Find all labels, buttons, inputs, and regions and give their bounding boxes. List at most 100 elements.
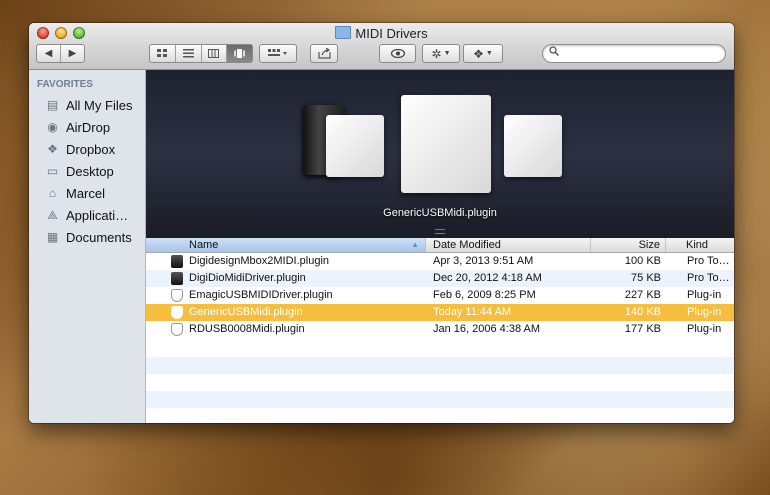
coverflow-view-icon [234, 49, 246, 58]
search-icon [549, 46, 560, 57]
file-size: 140 KB [624, 306, 661, 318]
sidebar-item-applications[interactable]: ⟁ Applicati… [45, 205, 128, 225]
file-size: 227 KB [624, 289, 661, 301]
dropbox-menu-button[interactable]: ❖ ▼ [463, 44, 503, 63]
back-button[interactable]: ◀ [37, 45, 61, 62]
file-name: DigidesignMbox2MIDI.plugin [189, 255, 330, 267]
sidebar-item-documents[interactable]: ▦ Documents [45, 227, 132, 247]
view-mode-control [149, 44, 253, 63]
sidebar-section-favorites: FAVORITES [37, 79, 93, 90]
column-header-label: Kind [686, 239, 709, 251]
back-arrow-icon: ◀ [44, 48, 53, 59]
quick-look-button[interactable] [379, 44, 416, 63]
column-header-date[interactable]: Date Modified [426, 238, 591, 252]
table-row[interactable]: RDUSB0008Midi.plugin Jan 16, 2006 4:38 A… [146, 321, 734, 338]
file-date: Jan 16, 2006 4:38 AM [433, 323, 541, 335]
coverflow-view-button[interactable] [227, 45, 252, 62]
share-icon [317, 48, 331, 59]
chevron-down-icon: ▼ [485, 50, 493, 57]
dropbox-icon: ❖ [47, 142, 58, 156]
column-header-label: Date Modified [433, 239, 501, 251]
list-rows: DigidesignMbox2MIDI.plugin Apr 3, 2013 9… [146, 253, 734, 340]
chevron-down-icon: ▼ [443, 50, 451, 57]
coverflow-preview[interactable]: GenericUSBMidi.plugin [146, 70, 734, 238]
empty-list-area[interactable] [146, 340, 734, 423]
column-view-button[interactable] [202, 45, 228, 62]
search-input[interactable] [562, 45, 717, 59]
file-name: DigiDioMidiDriver.plugin [189, 272, 306, 284]
back-forward-control: ◀ ▶ [36, 44, 85, 63]
file-date: Apr 3, 2013 9:51 AM [433, 255, 534, 267]
finder-window: MIDI Drivers ◀ ▶ ✲ ▼ ❖ ▼ FAVORITES ▤ All… [29, 23, 734, 423]
arrange-icon [268, 49, 287, 56]
file-size: 75 KB [631, 272, 661, 284]
sidebar-item-airdrop[interactable]: ◉ AirDrop [45, 117, 110, 137]
icon-view-button[interactable] [150, 45, 176, 62]
all-files-icon: ▤ [46, 98, 59, 112]
file-name: RDUSB0008Midi.plugin [189, 323, 305, 335]
file-kind: Plug-in [687, 323, 722, 335]
applications-icon: ⟁ [47, 207, 58, 222]
file-kind: Plug-in [687, 289, 722, 301]
table-row-selected[interactable]: GenericUSBMidi.plugin Today 11:44 AM 140… [146, 304, 734, 321]
list-view-icon [182, 49, 194, 58]
file-kind: Pro To… [687, 272, 730, 284]
file-size: 177 KB [624, 323, 661, 335]
arrange-button[interactable] [259, 44, 297, 63]
pro-tools-plugin-icon [171, 272, 183, 285]
sidebar: FAVORITES ▤ All My Files ◉ AirDrop ❖ Dropbo… [29, 70, 146, 423]
column-header-size[interactable]: Size [591, 238, 666, 252]
column-header-name[interactable]: Name ▲ [146, 238, 426, 252]
column-view-icon [208, 49, 220, 58]
desktop-icon: ▭ [46, 164, 59, 178]
list-view-button[interactable] [176, 45, 202, 62]
forward-arrow-icon: ▶ [68, 48, 77, 59]
column-header-kind[interactable]: Kind [666, 238, 734, 252]
sidebar-item-label: AirDrop [66, 119, 111, 135]
file-name: GenericUSBMidi.plugin [189, 306, 303, 318]
eye-icon [390, 49, 405, 58]
column-header-label: Size [638, 239, 660, 251]
file-size: 100 KB [624, 255, 661, 267]
plugin-shield-icon [171, 289, 183, 302]
sidebar-item-label: Marcel [66, 185, 106, 201]
file-date: Dec 20, 2012 4:18 AM [433, 272, 542, 284]
file-name: EmagicUSBMIDIDriver.plugin [189, 289, 333, 301]
icon-view-icon [156, 49, 167, 57]
action-menu-button[interactable]: ✲ ▼ [422, 44, 460, 63]
file-date: Today 11:44 AM [433, 306, 512, 318]
window-title-text: MIDI Drivers [355, 26, 428, 41]
resize-grip[interactable] [435, 229, 445, 234]
sidebar-item-label: Desktop [66, 163, 114, 179]
titlebar: MIDI Drivers ◀ ▶ ✲ ▼ ❖ ▼ [29, 23, 734, 70]
file-kind: Plug-in [687, 306, 722, 318]
sort-ascending-icon: ▲ [411, 240, 419, 249]
sidebar-item-label: Documents [66, 229, 132, 245]
preview-filename: GenericUSBMidi.plugin [383, 207, 497, 219]
folder-icon [335, 26, 352, 39]
table-row[interactable]: DigiDioMidiDriver.plugin Dec 20, 2012 4:… [146, 270, 734, 287]
share-button[interactable] [310, 44, 338, 63]
plugin-shield-icon [171, 323, 183, 336]
sidebar-item-desktop[interactable]: ▭ Desktop [45, 161, 114, 181]
table-row[interactable]: EmagicUSBMIDIDriver.plugin Feb 6, 2009 8… [146, 287, 734, 304]
file-kind: Pro To… [687, 255, 730, 267]
sidebar-item-dropbox[interactable]: ❖ Dropbox [45, 139, 115, 159]
table-row[interactable]: DigidesignMbox2MIDI.plugin Apr 3, 2013 9… [146, 253, 734, 270]
plugin-shield-icon [171, 306, 183, 319]
list-header: Name ▲ Date Modified Size Kind [146, 238, 734, 253]
column-header-label: Name [189, 239, 219, 251]
file-list: Name ▲ Date Modified Size Kind Digidesig… [146, 238, 734, 423]
sidebar-item-all-my-files[interactable]: ▤ All My Files [45, 95, 133, 115]
forward-button[interactable]: ▶ [61, 45, 84, 62]
sidebar-item-label: Applicati… [66, 207, 129, 223]
file-date: Feb 6, 2009 8:25 PM [433, 289, 536, 301]
airdrop-icon: ◉ [47, 120, 58, 134]
gear-icon: ✲ [431, 46, 442, 61]
sidebar-item-label: All My Files [66, 97, 133, 113]
plugin-cube-thumbnail-right [504, 115, 562, 177]
sidebar-item-label: Dropbox [66, 141, 116, 157]
search-field[interactable] [542, 44, 726, 63]
sidebar-item-marcel[interactable]: ⌂ Marcel [45, 183, 105, 203]
documents-icon: ▦ [46, 230, 59, 244]
